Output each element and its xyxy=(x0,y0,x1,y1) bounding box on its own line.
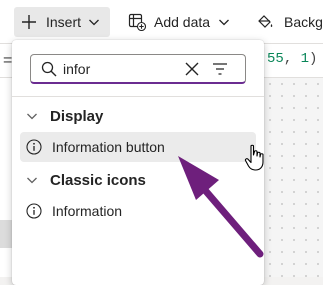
hand-cursor-icon xyxy=(244,144,264,171)
plus-icon xyxy=(22,15,36,29)
design-canvas[interactable] xyxy=(264,78,323,277)
add-data-label: Add data xyxy=(154,14,211,30)
tree-view-selected-row[interactable] xyxy=(0,220,12,248)
formula-equals-sign: = xyxy=(3,52,13,69)
list-item-information[interactable]: Information xyxy=(20,196,256,226)
section-label: Classic icons xyxy=(50,171,146,189)
table-add-icon xyxy=(128,13,146,31)
list-item-label: Information xyxy=(52,203,123,219)
divider xyxy=(12,96,264,97)
search-input[interactable] xyxy=(63,59,173,79)
insert-label: Insert xyxy=(46,14,82,30)
insert-menu-button[interactable]: Insert xyxy=(14,7,110,37)
filter-icon[interactable] xyxy=(212,61,228,77)
info-circle-icon xyxy=(26,139,42,155)
list-item-information-button[interactable]: Information button xyxy=(20,132,256,162)
command-bar: Insert Add data Backgr xyxy=(0,0,323,44)
formula-paren: ) xyxy=(309,51,318,67)
chevron-down-icon xyxy=(27,113,37,120)
background-label: Backgr xyxy=(284,14,323,30)
info-circle-icon xyxy=(26,203,42,219)
section-header-display[interactable]: Display xyxy=(26,105,103,127)
section-header-classic-icons[interactable]: Classic icons xyxy=(26,169,146,191)
chevron-down-icon xyxy=(27,177,37,184)
search-box[interactable] xyxy=(30,54,246,84)
paint-bucket-icon xyxy=(258,15,273,28)
chevron-down-icon xyxy=(219,19,230,26)
background-button[interactable]: Backgr xyxy=(256,7,323,37)
add-data-button[interactable]: Add data xyxy=(128,7,230,37)
close-icon[interactable] xyxy=(184,61,200,77)
insert-dropdown-panel: Display Information button Classic icons… xyxy=(12,40,264,285)
formula-number: 55 xyxy=(267,51,284,67)
search-icon xyxy=(41,61,57,77)
chevron-down-icon xyxy=(89,19,99,26)
section-label: Display xyxy=(50,107,104,125)
formula-comma: , xyxy=(283,51,301,67)
list-item-label: Information button xyxy=(52,139,165,155)
formula-number: 1 xyxy=(300,51,310,67)
formula-text[interactable]: 55, 1) xyxy=(267,51,317,67)
